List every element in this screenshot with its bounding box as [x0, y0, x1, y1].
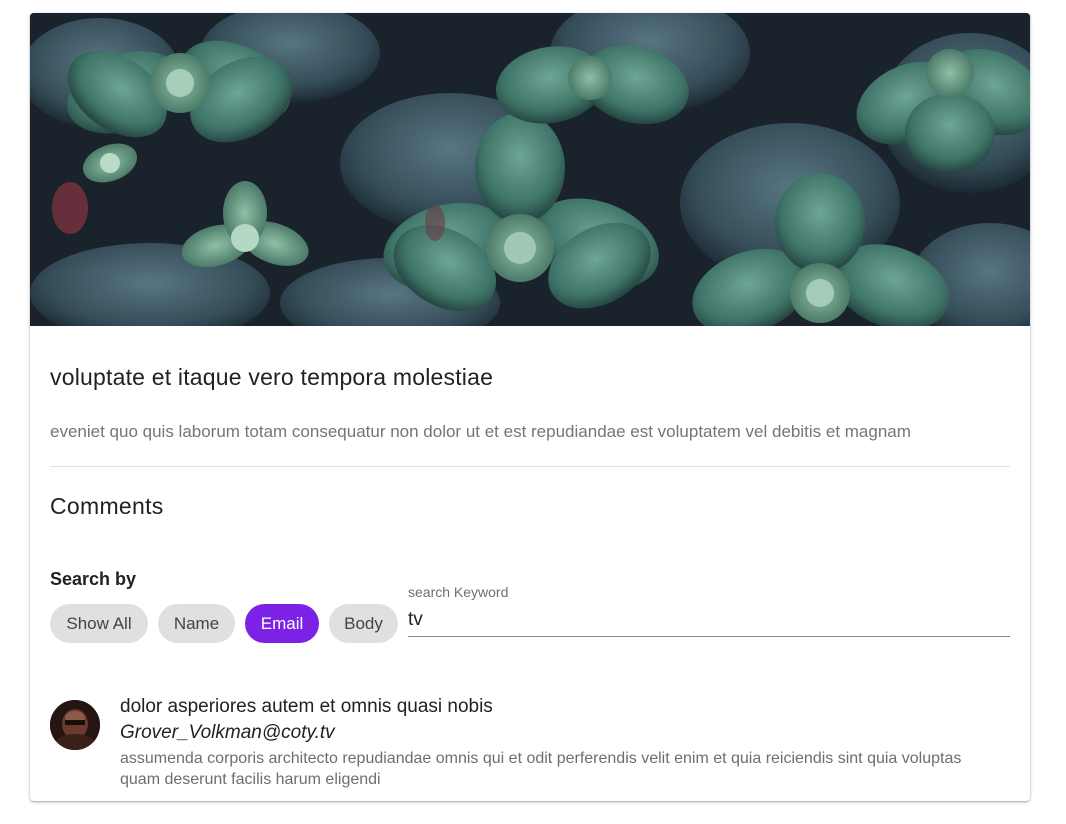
comments-heading: Comments — [50, 493, 164, 519]
post-card: voluptate et itaque vero tempora molesti… — [30, 13, 1030, 801]
filter-chip-body[interactable]: Body — [329, 604, 398, 643]
comment-body: assumenda corporis architecto repudianda… — [120, 750, 962, 788]
filter-chip-name[interactable]: Name — [158, 604, 235, 643]
filter-chip-email[interactable]: Email — [245, 604, 319, 643]
post-body: eveniet quo quis laborum totam consequat… — [50, 422, 911, 441]
avatar — [50, 700, 100, 750]
search-keyword-input[interactable] — [408, 604, 1010, 637]
divider — [50, 466, 1010, 467]
filter-chip-show-all[interactable]: Show All — [50, 604, 148, 643]
search-by-label: Search by — [50, 569, 137, 589]
search-keyword-label: search Keyword — [408, 584, 509, 600]
comment-name: dolor asperiores autem et omnis quasi no… — [120, 696, 493, 717]
search-keyword-field: search Keyword — [408, 584, 1010, 640]
post-hero-image — [30, 13, 1030, 326]
post-title: voluptate et itaque vero tempora molesti… — [50, 364, 494, 390]
comment-email: Grover_Volkman@coty.tv — [120, 722, 335, 743]
